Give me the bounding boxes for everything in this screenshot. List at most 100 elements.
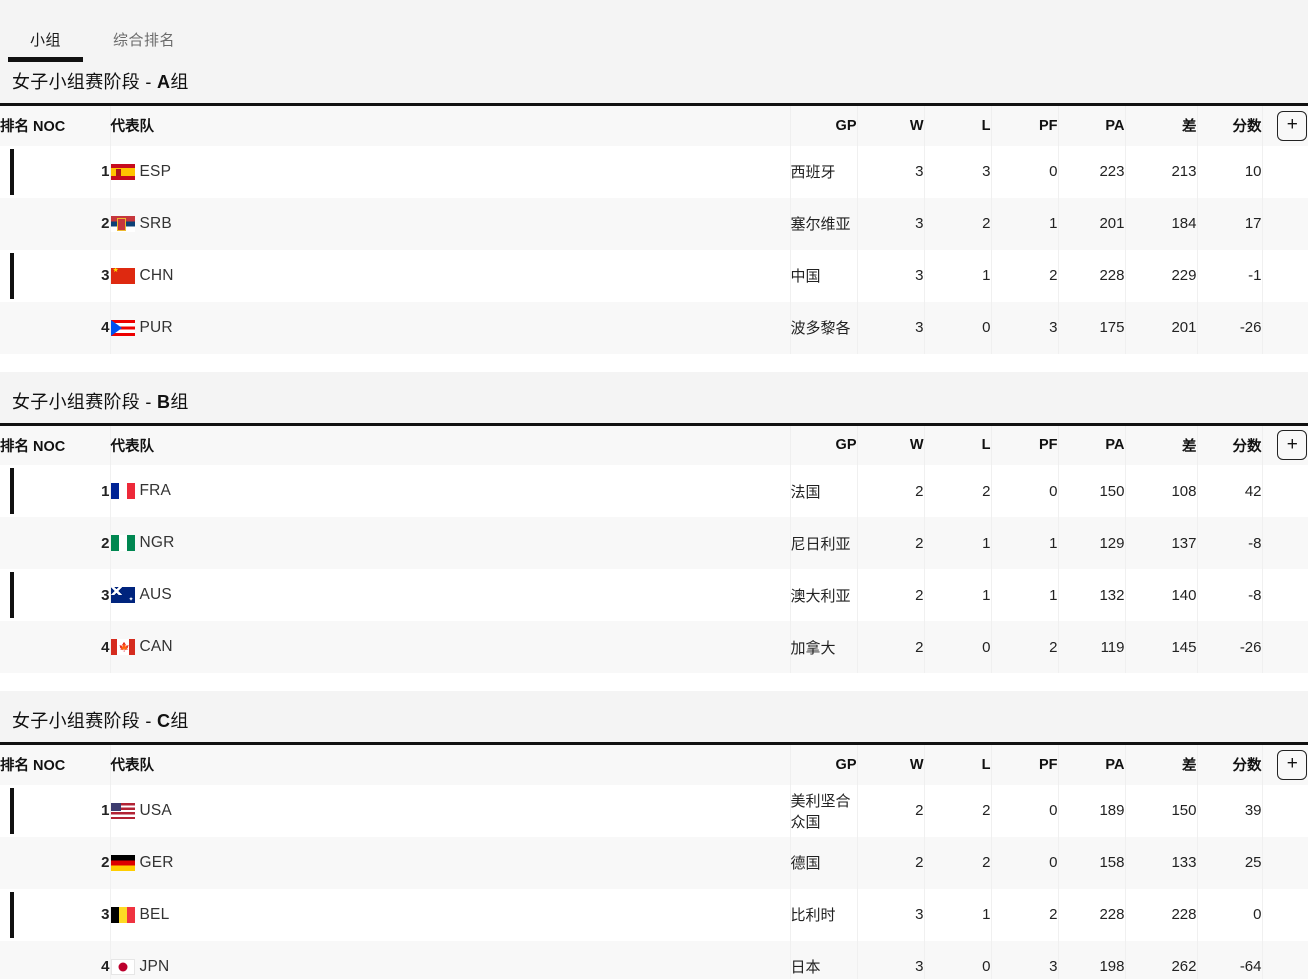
cell-team-name: 美利坚合众国 xyxy=(790,784,858,837)
table-row[interactable]: 2GER德国220158133254+ xyxy=(0,836,1308,889)
cell-l: 0 xyxy=(991,145,1059,198)
cell-gp: 3 xyxy=(857,145,925,198)
cell-team-name: 塞尔维亚 xyxy=(790,197,858,250)
group-title: 女子小组赛阶段 - B组 xyxy=(0,382,1308,423)
cell-rank: 2 xyxy=(0,517,111,569)
table-row[interactable]: 4PUR波多黎各303175201-263+ xyxy=(0,301,1308,354)
noc-code: SRB xyxy=(139,214,172,232)
column-header-l: L xyxy=(924,424,992,465)
column-header-pa: PA xyxy=(1058,743,1126,785)
flag-icon-bel xyxy=(110,906,135,923)
cell-diff: -64 xyxy=(1197,940,1263,979)
column-header-points: 分数 xyxy=(1197,743,1263,785)
group-title-letter: B xyxy=(157,391,171,412)
cell-rank: 3 xyxy=(0,888,111,941)
cell-pf: 201 xyxy=(1058,197,1126,250)
column-header-gp: GP xyxy=(790,424,858,465)
cell-gp: 3 xyxy=(857,940,925,979)
column-header-pf: PF xyxy=(991,424,1059,465)
cell-pf: 189 xyxy=(1058,784,1126,837)
cell-gp: 2 xyxy=(857,836,925,889)
group-title-prefix: 女子小组赛阶段 - xyxy=(12,72,157,92)
expand-all-button[interactable]: + xyxy=(1277,430,1308,461)
noc-code: BEL xyxy=(139,905,170,923)
cell-l: 3 xyxy=(991,940,1059,979)
table-row[interactable]: 4JPN日本303198262-643+ xyxy=(0,940,1308,979)
cell-l: 0 xyxy=(991,836,1059,889)
cell-rank: 3 xyxy=(0,249,111,302)
group-section: 女子小组赛阶段 - A组 排名 NOC 代表队 GP W L PF PA 差分数 +1 ESP 西班牙… xyxy=(0,62,1308,372)
flag-icon-srb xyxy=(110,215,135,232)
noc-code: NGR xyxy=(139,534,175,552)
column-header-w: W xyxy=(857,424,925,465)
table-row[interactable]: 1FRA法国220150108424+ xyxy=(0,465,1308,517)
table-row[interactable]: 3AUS澳大利亚211132140-83+ xyxy=(0,569,1308,621)
cell-team-name: 日本 xyxy=(790,940,858,979)
cell-pf: 228 xyxy=(1058,249,1126,302)
cell-l: 0 xyxy=(991,784,1059,837)
column-header-l: L xyxy=(924,104,992,146)
column-header-team: 代表队 xyxy=(110,104,791,146)
noc-code: CHN xyxy=(139,266,174,284)
cell-gp: 2 xyxy=(857,517,925,569)
cell-diff: -26 xyxy=(1197,621,1263,673)
rank-value: 3 xyxy=(101,267,110,284)
table-row[interactable]: 3CHN中国312228229-14+ xyxy=(0,249,1308,302)
cell-pf: 228 xyxy=(1058,888,1126,941)
standings-table: 排名 NOC代表队GPWLPFPA差分数+1FRA法国220150108424+… xyxy=(0,422,1308,673)
cell-w: 1 xyxy=(924,888,992,941)
flag-icon-chn xyxy=(110,267,135,284)
cell-l: 2 xyxy=(991,888,1059,941)
group-section: 女子小组赛阶段 - C组 排名 NOC 代表队 GP W L PF PA 差分数 +1 USA 美利坚… xyxy=(0,701,1308,979)
table-row[interactable]: 3BEL比利时31222822804+ xyxy=(0,888,1308,941)
noc-code: JPN xyxy=(139,957,170,975)
column-header-rank-noc: 排名 NOC xyxy=(0,424,111,465)
rank-value: 3 xyxy=(101,586,110,604)
table-row[interactable]: 2NGR尼日利亚211129137-83+ xyxy=(0,517,1308,569)
cell-pf: 150 xyxy=(1058,465,1126,517)
cell-noc: NGR xyxy=(110,517,791,569)
cell-pa: 137 xyxy=(1125,517,1198,569)
cell-noc: CAN xyxy=(110,621,791,673)
flag-icon-pur xyxy=(110,319,135,336)
cell-l: 2 xyxy=(991,621,1059,673)
cell-noc: SRB xyxy=(110,197,791,250)
cell-noc: ESP xyxy=(110,145,791,198)
rank-value: 1 xyxy=(101,482,110,500)
qualification-bar xyxy=(10,148,14,195)
noc-code: GER xyxy=(139,853,174,871)
cell-pf: 119 xyxy=(1058,621,1126,673)
expand-all-button[interactable]: + xyxy=(1277,749,1308,780)
cell-points: 4 xyxy=(1262,836,1308,889)
cell-pf: 129 xyxy=(1058,517,1126,569)
expand-all-button[interactable]: + xyxy=(1277,110,1308,141)
cell-points: 6 xyxy=(1262,145,1308,198)
cell-l: 1 xyxy=(991,569,1059,621)
table-row[interactable]: 1USA美利坚合众国220189150394+ xyxy=(0,784,1308,837)
table-bottom-spacer xyxy=(0,673,1308,691)
cell-team-name: 加拿大 xyxy=(790,621,858,673)
cell-pa: 150 xyxy=(1125,784,1198,837)
cell-l: 0 xyxy=(991,465,1059,517)
cell-w: 0 xyxy=(924,621,992,673)
tab-groups[interactable]: 小组 xyxy=(7,33,84,62)
cell-team-name: 澳大利亚 xyxy=(790,569,858,621)
cell-noc: BEL xyxy=(110,888,791,941)
table-row[interactable]: 2SRB塞尔维亚321201184175+ xyxy=(0,197,1308,250)
cell-gp: 3 xyxy=(857,888,925,941)
flag-icon-ger xyxy=(110,854,135,871)
cell-rank: 1 xyxy=(0,784,111,837)
group-section: 女子小组赛阶段 - B组 排名 NOC 代表队 GP W L PF PA 差分数 +1 FRA 法国 2… xyxy=(0,382,1308,691)
column-header-pa: PA xyxy=(1058,424,1126,465)
cell-rank: 1 xyxy=(0,465,111,517)
table-row[interactable]: 4CAN加拿大202119145-262+ xyxy=(0,621,1308,673)
tab-overall-ranking[interactable]: 综合排名 xyxy=(113,33,175,62)
cell-pa: 213 xyxy=(1125,145,1198,198)
cell-noc: JPN xyxy=(110,940,791,979)
column-header-rank-noc: 排名 NOC xyxy=(0,743,111,785)
cell-pa: 140 xyxy=(1125,569,1198,621)
table-row[interactable]: 1ESP西班牙330223213106+ xyxy=(0,145,1308,198)
cell-gp: 2 xyxy=(857,569,925,621)
cell-team-name: 中国 xyxy=(790,249,858,302)
cell-rank: 3 xyxy=(0,569,111,621)
